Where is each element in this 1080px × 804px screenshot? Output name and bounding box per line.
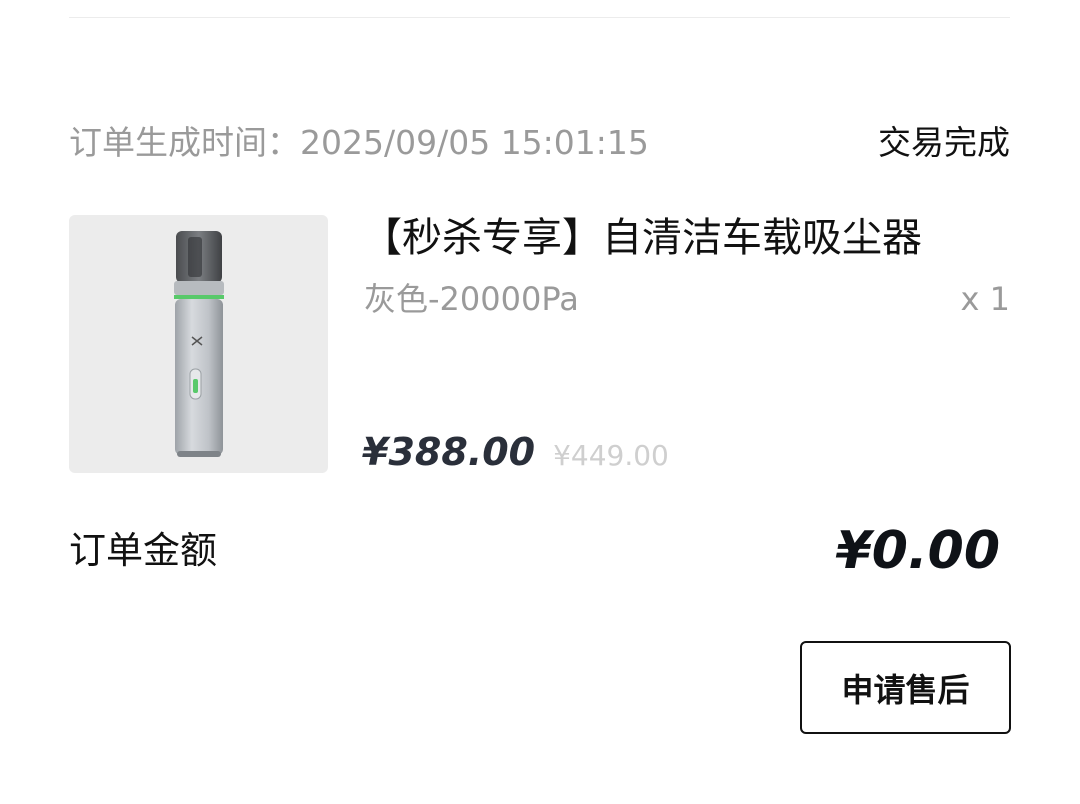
product-variant: 灰色-20000Pa xyxy=(364,280,579,318)
after-sale-button[interactable]: 申请售后 xyxy=(800,641,1011,734)
price-row: ¥388.00 ¥449.00 xyxy=(362,430,669,480)
original-price: ¥449.00 xyxy=(553,439,669,472)
order-amount-label: 订单金额 xyxy=(69,529,217,572)
vacuum-cleaner-image xyxy=(174,231,224,457)
order-time-value: 2025/09/05 15:01:15 xyxy=(300,123,649,162)
order-amount-value: ¥0.00 xyxy=(835,521,1000,581)
order-time: 订单生成时间：2025/09/05 15:01:15 xyxy=(69,116,649,164)
product-quantity: x 1 xyxy=(960,280,1010,318)
order-status: 交易完成 xyxy=(878,123,1010,162)
product-title[interactable]: 【秒杀专享】自清洁车载吸尘器 xyxy=(362,212,922,264)
current-price: ¥388.00 xyxy=(362,430,536,474)
top-divider xyxy=(69,17,1010,18)
product-image[interactable] xyxy=(69,215,328,473)
order-header: 订单生成时间：2025/09/05 15:01:15 交易完成 xyxy=(69,118,1010,162)
order-time-label: 订单生成时间： xyxy=(69,123,300,162)
